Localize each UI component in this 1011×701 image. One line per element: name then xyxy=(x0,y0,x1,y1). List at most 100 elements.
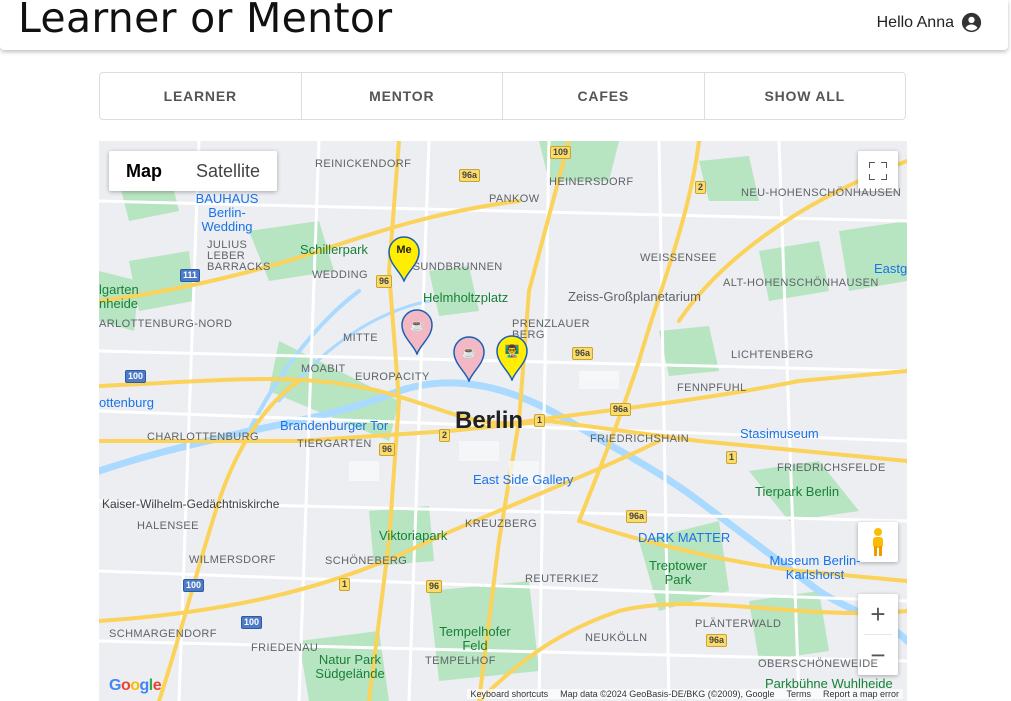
district-label: HEINERSDORF xyxy=(549,176,634,188)
fullscreen-icon xyxy=(869,162,887,180)
district-label: NEUKÖLLN xyxy=(585,632,648,644)
road-shield: 1 xyxy=(339,578,351,591)
terms-link[interactable]: Terms xyxy=(786,689,811,699)
road-shield: 96a xyxy=(572,347,594,360)
district-label: CHARLOTTENBURG xyxy=(147,431,259,443)
district-label: LICHTENBERG xyxy=(731,349,814,361)
park-label[interactable]: Tierpark Berlin xyxy=(755,484,839,499)
user-menu[interactable]: Hello Anna xyxy=(877,12,982,33)
road-shield: 100 xyxy=(183,579,205,592)
tab-learner[interactable]: LEARNER xyxy=(100,73,302,119)
tab-cafes[interactable]: CAFES xyxy=(503,73,705,119)
district-label: MOABIT xyxy=(301,363,346,375)
road-shield: 96 xyxy=(426,580,443,593)
road-shield: 100 xyxy=(125,370,147,383)
pegman-icon xyxy=(873,528,883,556)
map-view[interactable]: Map Satellite + − Berlin REINICKENDORF H… xyxy=(99,141,907,701)
park-label[interactable]: Viktoriapark xyxy=(379,528,447,543)
district-label: FRIEDRICHSFELDE xyxy=(777,462,886,474)
city-label: Berlin xyxy=(455,407,524,434)
district-label: SCHMARGENDORF xyxy=(109,628,217,640)
park-label[interactable]: Helmholtzplatz xyxy=(423,290,508,305)
district-label: PLÄNTERWALD xyxy=(695,618,782,630)
poi-label[interactable]: Kaiser-Wilhelm-Gedächtniskirche xyxy=(102,497,279,511)
map-type-satellite-button[interactable]: Satellite xyxy=(179,151,277,191)
district-label: ALT-HOHENSCHÖNHAUSEN xyxy=(723,277,879,289)
marker-cafe[interactable]: ☕ xyxy=(400,309,434,357)
district-label: PANKOW xyxy=(489,193,540,205)
tab-mentor[interactable]: MENTOR xyxy=(302,73,503,119)
road-shield: 96a xyxy=(626,510,648,523)
road-shield: 1 xyxy=(534,414,546,427)
district-label: TEMPELHOF xyxy=(425,655,496,667)
district-label: REUTERKIEZ xyxy=(525,573,599,585)
district-label: MITTE xyxy=(343,332,378,344)
poi-label[interactable]: Zeiss-Großplanetarium xyxy=(568,289,701,304)
tab-show-all[interactable]: SHOW ALL xyxy=(705,73,906,119)
road-shield: 100 xyxy=(241,616,263,629)
google-logo[interactable]: Google xyxy=(109,677,162,695)
district-label: EUROPACITY xyxy=(355,371,430,383)
map-pin-icon xyxy=(496,335,528,383)
report-error-link[interactable]: Report a map error xyxy=(823,689,899,699)
coffee-icon: ☕ xyxy=(409,318,425,332)
marker-cafe[interactable]: ☕ xyxy=(452,336,486,384)
road-shield: 2 xyxy=(695,181,707,194)
poi-label[interactable]: Museum Berlin-Karlshorst xyxy=(765,554,865,582)
poi-label[interactable]: BAUHAUS Berlin-Wedding xyxy=(187,192,267,234)
marker-me-label: Me xyxy=(396,244,412,256)
park-label[interactable]: lgarten nheide xyxy=(99,283,149,311)
road-shield: 96a xyxy=(610,403,632,416)
poi-label[interactable]: East Side Gallery xyxy=(473,472,573,487)
district-label: FENNPFUHL xyxy=(677,382,747,394)
poi-label[interactable]: Brandenburger Tor xyxy=(280,418,388,433)
marker-mentor[interactable]: 👨‍🏫 xyxy=(495,335,529,383)
map-pin-icon xyxy=(453,336,485,384)
map-type-control: Map Satellite xyxy=(109,151,278,191)
district-label: FRIEDRICHSHAIN xyxy=(590,433,690,445)
district-label: JULIUS LEBER BARRACKS xyxy=(207,239,271,273)
district-label: TIERGARTEN xyxy=(297,438,372,450)
marker-me[interactable]: Me xyxy=(387,236,421,284)
poi-label[interactable]: DARK MATTER xyxy=(638,530,730,545)
park-label[interactable]: Treptower Park xyxy=(645,559,711,587)
park-label[interactable]: Schillerpark xyxy=(300,242,368,257)
road-shield: 96a xyxy=(459,169,481,182)
road-shield: 96 xyxy=(379,443,396,456)
poi-label[interactable]: Stasimuseum xyxy=(740,426,819,441)
district-label: WEISSENSEE xyxy=(640,252,717,264)
map-footer: Keyboard shortcuts Map data ©2024 GeoBas… xyxy=(466,689,903,699)
attribution-text: Map data ©2024 GeoBasis-DE/BKG (©2009), … xyxy=(560,689,775,699)
teacher-icon: 👨‍🏫 xyxy=(504,344,520,358)
district-label: WILMERSDORF xyxy=(189,554,276,566)
map-type-map-button[interactable]: Map xyxy=(109,151,179,191)
map-pin-icon xyxy=(388,236,420,284)
app-title: Learner or Mentor xyxy=(18,0,393,42)
greeting-text: Hello Anna xyxy=(876,13,954,31)
district-label: REINICKENDORF xyxy=(315,158,412,170)
fullscreen-button[interactable] xyxy=(858,151,898,191)
district-label: OBERSCHÖNEWEIDE xyxy=(758,658,879,670)
district-label: SCHÖNEBERG xyxy=(325,555,408,567)
district-label: NEU-HOHENSCHÖNHAUSEN xyxy=(741,187,902,199)
district-label: WEDDING xyxy=(312,269,368,281)
account-circle-icon[interactable] xyxy=(961,12,982,33)
road-shield: 109 xyxy=(550,146,572,159)
road-shield: 96a xyxy=(706,634,728,647)
district-label: HALENSEE xyxy=(137,520,199,532)
park-label[interactable]: Natur Park Südgelände xyxy=(305,653,395,681)
keyboard-shortcuts-link[interactable]: Keyboard shortcuts xyxy=(471,689,549,699)
poi-label[interactable]: Eastg xyxy=(874,261,907,276)
map-pin-icon xyxy=(401,309,433,357)
park-label[interactable]: Tempelhofer Feld xyxy=(435,625,515,653)
filter-tabs: LEARNER MENTOR CAFES SHOW ALL xyxy=(99,72,906,120)
road-shield: 111 xyxy=(180,269,201,282)
coffee-icon: ☕ xyxy=(461,345,477,359)
app-header: Learner or Mentor Hello Anna xyxy=(0,0,1008,50)
zoom-in-button[interactable]: + xyxy=(870,594,885,634)
road-shield: 2 xyxy=(439,429,451,442)
road-shield: 1 xyxy=(726,451,738,464)
poi-label[interactable]: ottenburg xyxy=(99,395,154,410)
district-label: KREUZBERG xyxy=(465,518,538,530)
district-label: ARLOTTENBURG-NORD xyxy=(99,318,233,330)
